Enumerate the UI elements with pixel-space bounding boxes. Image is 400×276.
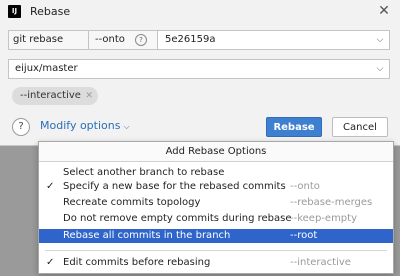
chip-close-icon[interactable]: ✕ <box>85 87 93 105</box>
menu-item-option: --root <box>290 230 318 241</box>
check-icon: ✓ <box>46 257 55 268</box>
close-icon[interactable]: ✕ <box>376 3 392 19</box>
menu-separator <box>45 250 387 251</box>
chevron-down-icon: ⌵ <box>123 122 130 131</box>
upstream-branch-value: eijux/master <box>15 63 78 74</box>
menu-item-onto[interactable]: ✓ Specify a new base for the rebased com… <box>39 180 393 194</box>
menu-item-label: Do not remove empty commits during rebas… <box>63 213 292 224</box>
rebase-dialog: IJ Rebase ✕ git rebase --onto ? 5e26159a… <box>0 0 400 146</box>
modify-options-label: Modify options <box>40 119 121 132</box>
chevron-down-icon[interactable]: ⌵ <box>371 60 389 78</box>
upstream-branch-field[interactable]: eijux/master ⌵ <box>8 59 390 79</box>
menu-item-option: --keep-empty <box>290 213 357 224</box>
menu-item-label: Specify a new base for the rebased commi… <box>63 181 286 192</box>
menu-item-label: Select another branch to rebase <box>63 167 225 178</box>
add-rebase-options-popup: Add Rebase Options Select another branch… <box>38 141 394 274</box>
modify-options-link[interactable]: Modify options ⌵ <box>40 119 130 132</box>
chip-label: --interactive <box>20 90 81 101</box>
interactive-option-chip[interactable]: --interactive ✕ <box>12 87 98 105</box>
onto-label-segment: --onto ? <box>89 31 158 49</box>
chevron-down-icon[interactable]: ⌵ <box>371 31 389 49</box>
help-icon[interactable]: ? <box>135 34 147 46</box>
onto-label: --onto <box>95 34 125 45</box>
menu-item-keep-empty[interactable]: Do not remove empty commits during rebas… <box>39 212 393 226</box>
menu-item-option: --interactive <box>290 257 351 268</box>
menu-item-option: --onto <box>290 181 320 192</box>
help-button[interactable]: ? <box>12 118 30 136</box>
git-rebase-label: git rebase <box>9 31 89 49</box>
popup-title: Add Rebase Options <box>39 142 393 162</box>
menu-item-rebase-merges[interactable]: Recreate commits topology --rebase-merge… <box>39 196 393 210</box>
onto-commit-field[interactable]: 5e26159a <box>159 31 369 49</box>
menu-item-label: Edit commits before rebasing <box>63 257 211 268</box>
menu-item-option: --rebase-merges <box>290 197 373 208</box>
intellij-icon: IJ <box>8 5 21 18</box>
menu-item-label: Rebase all commits in the branch <box>63 230 231 241</box>
menu-item-label: Recreate commits topology <box>63 197 201 208</box>
menu-item-select-branch[interactable]: Select another branch to rebase <box>39 166 393 180</box>
rebase-command-row: git rebase --onto ? 5e26159a ⌵ <box>8 30 390 50</box>
title-bar: IJ Rebase ✕ <box>0 0 400 24</box>
cancel-button[interactable]: Cancel <box>332 117 388 137</box>
rebase-button[interactable]: Rebase <box>266 117 322 137</box>
menu-item-interactive[interactable]: ✓ Edit commits before rebasing --interac… <box>39 256 393 270</box>
window-title: Rebase <box>30 5 71 18</box>
menu-item-root[interactable]: Rebase all commits in the branch --root <box>39 229 393 243</box>
check-icon: ✓ <box>46 181 55 192</box>
